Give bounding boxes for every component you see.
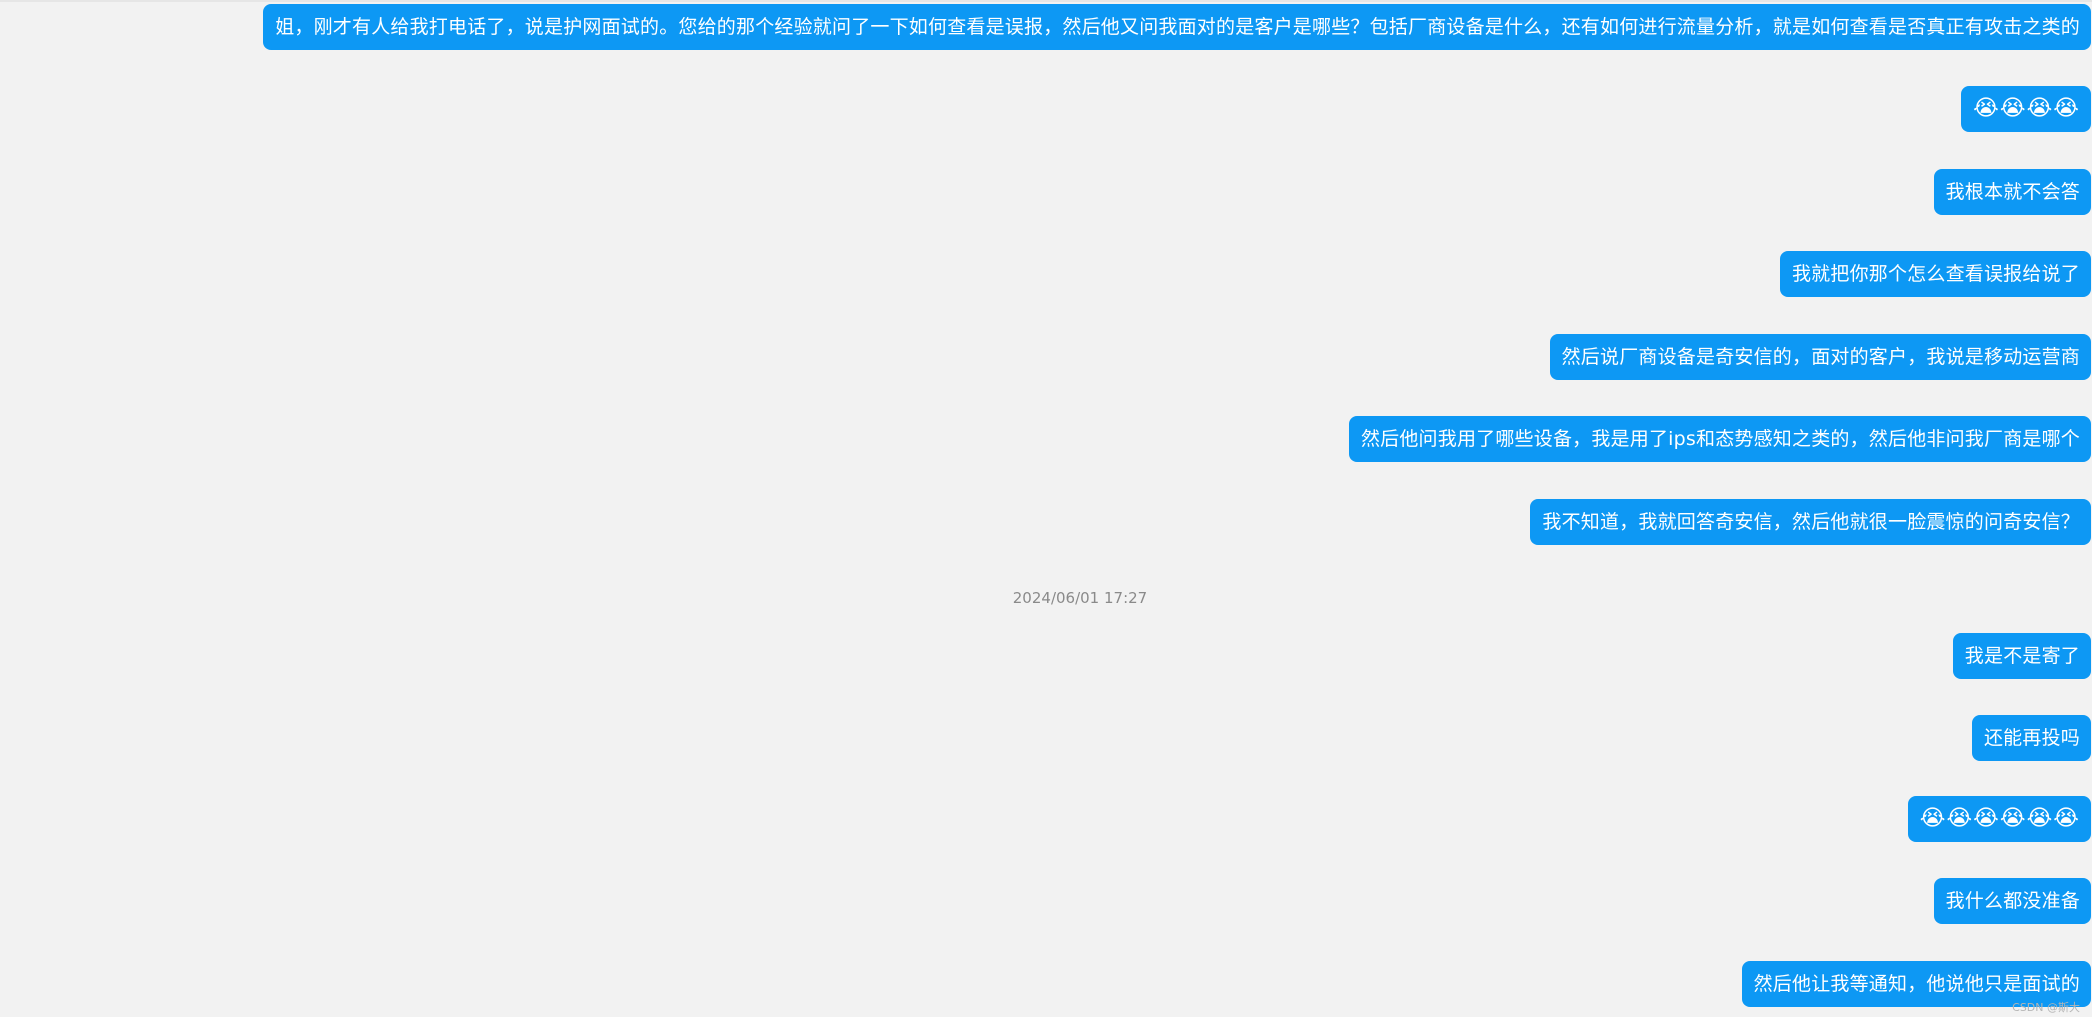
message-row: 😭😭😭😭😭😭: [1907, 796, 2092, 842]
message-bubble[interactable]: 我是不是寄了: [1952, 633, 2091, 679]
message-bubble-emoji[interactable]: 😭😭😭😭😭😭: [1907, 796, 2091, 842]
message-bubble[interactable]: 还能再投吗: [1971, 715, 2091, 761]
message-row: 我不知道，我就回答奇安信，然后他就很一脸震惊的问奇安信？: [1530, 499, 2092, 545]
message-row: 我是不是寄了: [1952, 633, 2092, 679]
message-bubble[interactable]: 我就把你那个怎么查看误报给说了: [1779, 251, 2091, 297]
message-row: 😭😭😭😭: [1961, 86, 2092, 132]
message-row: 姐，刚才有人给我打电话了，说是护网面试的。您给的那个经验就问了一下如何查看是误报…: [263, 4, 2092, 50]
message-bubble[interactable]: 我不知道，我就回答奇安信，然后他就很一脸震惊的问奇安信？: [1530, 499, 2091, 545]
message-row: 我什么都没准备: [1933, 878, 2092, 924]
message-row: 我根本就不会答: [1933, 169, 2092, 215]
message-bubble[interactable]: 我根本就不会答: [1933, 169, 2091, 215]
watermark: CSDN @斯大: [2012, 1001, 2080, 1014]
message-bubble[interactable]: 然后说厂商设备是奇安信的，面对的客户，我说是移动运营商: [1549, 334, 2091, 380]
message-row: 然后说厂商设备是奇安信的，面对的客户，我说是移动运营商: [1549, 334, 2092, 380]
message-bubble[interactable]: 我什么都没准备: [1933, 878, 2091, 924]
message-bubble[interactable]: 然后他问我用了哪些设备，我是用了ips和态势感知之类的，然后他非问我厂商是哪个: [1348, 416, 2091, 462]
message-bubble-emoji[interactable]: 😭😭😭😭: [1961, 86, 2091, 132]
message-timestamp: 2024/06/01 17:27: [1012, 589, 1148, 607]
message-row: 还能再投吗: [1971, 715, 2092, 761]
message-row: 我就把你那个怎么查看误报给说了: [1779, 251, 2092, 297]
message-bubble[interactable]: 姐，刚才有人给我打电话了，说是护网面试的。您给的那个经验就问了一下如何查看是误报…: [263, 4, 2091, 50]
message-row: 然后他问我用了哪些设备，我是用了ips和态势感知之类的，然后他非问我厂商是哪个: [1348, 416, 2092, 462]
chat-message-list[interactable]: 姐，刚才有人给我打电话了，说是护网面试的。您给的那个经验就问了一下如何查看是误报…: [0, 0, 2092, 1017]
